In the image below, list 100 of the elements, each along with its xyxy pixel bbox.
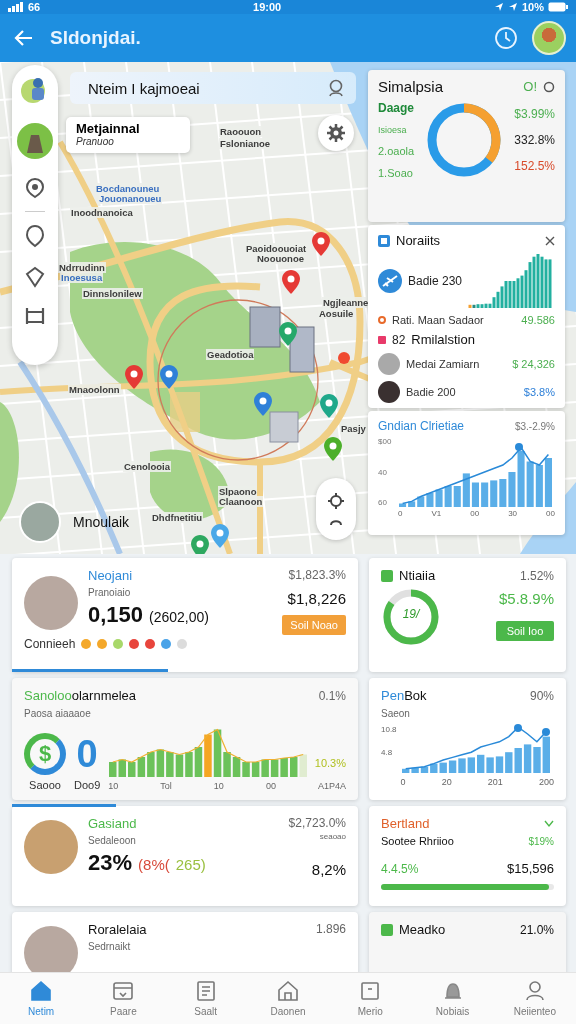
clock-icon[interactable] — [494, 26, 518, 50]
home-icon — [29, 979, 54, 1003]
card-value: $1,823.3% — [288, 568, 346, 582]
signal-text: 66 — [28, 1, 41, 13]
axis-label: $00 — [378, 437, 393, 446]
document-icon — [378, 234, 390, 247]
map-pin-icon[interactable] — [279, 322, 297, 346]
axis-label: 40 — [378, 467, 388, 477]
card-title: PenBok — [381, 688, 427, 703]
map-label: Noouonoe — [256, 253, 305, 264]
airplane-icon — [378, 269, 402, 293]
axis-label: 201 — [487, 777, 503, 787]
nav-tab[interactable]: Merio — [335, 973, 406, 1024]
avatar — [24, 926, 78, 972]
avatar-icon[interactable] — [17, 123, 53, 159]
action-button[interactable]: Soil Ioo — [496, 620, 554, 641]
row-value: $ 24,326 — [512, 358, 555, 370]
card-subtitle: Sootee Rhriioo — [381, 835, 454, 847]
legend-label: 2.oaola — [378, 145, 415, 157]
legend-value: 332.8% — [514, 133, 555, 147]
dollar-ring-icon: $ — [24, 733, 66, 775]
map-pin-icon[interactable] — [160, 365, 178, 389]
location-arrow-icon — [493, 2, 504, 12]
person-name: Mnoulaik — [73, 514, 130, 530]
big-number: 0 — [76, 733, 98, 775]
card-value: 1.896 — [315, 922, 346, 936]
axis-label: 60 — [378, 498, 388, 507]
close-icon[interactable] — [545, 235, 555, 246]
card-subtitle: Saeon — [381, 708, 410, 719]
square-icon — [378, 335, 386, 344]
settings-icon[interactable] — [326, 123, 346, 143]
arc-icon[interactable] — [329, 518, 343, 526]
map-pin-icon[interactable] — [191, 535, 209, 554]
row-label: Badie 200 — [406, 386, 457, 398]
avatar — [378, 353, 400, 375]
card-title: Simalpsia — [378, 78, 444, 95]
map-label: Jouonanoueu — [98, 193, 163, 204]
clock-time: 19:00 — [253, 1, 282, 13]
change-note: 265) — [175, 856, 206, 873]
nav-tab[interactable]: Nobiais — [417, 973, 488, 1024]
nav-tab[interactable]: Saalt — [170, 973, 241, 1024]
axis-label: 10.8 — [381, 725, 397, 734]
section-number: 82 — [392, 332, 406, 347]
legend-label: Daage — [378, 101, 415, 115]
battery-text: 10% — [521, 1, 544, 13]
avatar — [378, 381, 400, 403]
row-value: $3.8% — [523, 386, 555, 398]
card-title: Noraiits — [396, 233, 442, 248]
card-action[interactable]: O! — [523, 79, 537, 94]
map-pin-icon[interactable] — [320, 394, 338, 418]
caption-text: Saooo — [29, 779, 61, 791]
map-label: Aosuile — [318, 308, 355, 319]
map-pin-icon[interactable] — [282, 270, 300, 294]
card-title: Neojani — [88, 568, 134, 583]
square-icon — [381, 569, 393, 582]
map-label: Inoesusa — [60, 272, 104, 283]
nav-tab[interactable]: Neiienteo — [499, 973, 570, 1024]
diamond-icon[interactable] — [23, 266, 47, 288]
axis-label: V1 — [431, 509, 442, 518]
card-title: Gasiand — [88, 816, 138, 831]
card-subtitle: Paosa aiaaaoe — [24, 708, 91, 719]
axis-label: 00 — [546, 509, 555, 518]
map-label: Dinnslonilew — [82, 288, 143, 299]
search-field[interactable]: Nteim I kajmoeai — [70, 72, 356, 104]
map-pin-icon[interactable] — [312, 232, 330, 256]
nav-tab[interactable]: Netim — [6, 973, 77, 1024]
dot-icon — [378, 316, 386, 324]
map-label: Geadotioa — [206, 349, 255, 360]
photo-placeholder — [24, 820, 78, 874]
card-title: Gndian Clrietiae — [378, 419, 465, 433]
map-pin-icon[interactable] — [211, 524, 229, 548]
flight-label: Badie 230 — [408, 274, 463, 288]
place-title: Metjainnal — [76, 121, 141, 136]
nav-tab[interactable]: Paare — [88, 973, 159, 1024]
card-title: Sanolooolarnmelea — [24, 688, 137, 703]
card-subtitle: Sedrnaikt — [88, 941, 132, 952]
value-text: $5.8.9% — [498, 589, 554, 607]
map-pin-icon[interactable] — [254, 392, 272, 416]
layers-icon[interactable] — [24, 306, 46, 326]
crosshair-icon[interactable] — [327, 492, 345, 510]
map-pin-icon[interactable] — [324, 437, 342, 461]
card-caption: seaoao — [319, 832, 346, 841]
location-icon[interactable] — [24, 177, 46, 199]
pin-icon[interactable] — [25, 224, 45, 248]
check-icon — [544, 819, 554, 828]
section-title: Rmilalstion — [411, 332, 476, 347]
card-value: 90% — [529, 688, 554, 703]
axis-label: 200 — [538, 777, 554, 787]
axis-label: 0 — [398, 509, 403, 518]
axis-label: 4.8 — [381, 748, 394, 757]
map-pin-icon[interactable] — [125, 365, 143, 389]
legend-value: 152.5% — [514, 159, 555, 173]
card-value: 1.52% — [519, 568, 554, 583]
avatar[interactable] — [532, 21, 566, 55]
legend-value: $3.99% — [514, 107, 555, 121]
battery-icon — [548, 2, 568, 12]
amount-text: 23% — [88, 850, 133, 876]
card-value: 0.1% — [318, 688, 346, 703]
nav-tab[interactable]: Daonen — [253, 973, 323, 1024]
map-label: Ngjleanne — [322, 297, 370, 308]
